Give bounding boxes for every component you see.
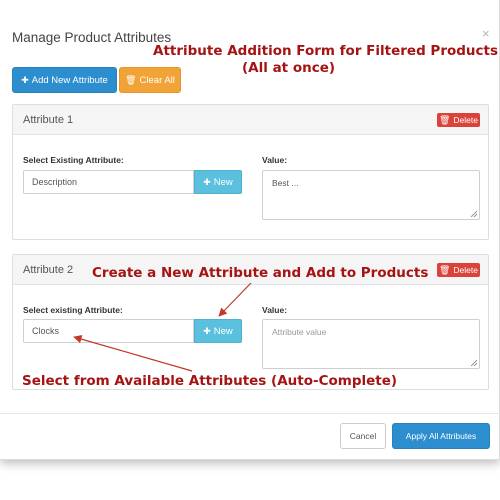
annotation-header-line2: (All at once) <box>242 60 336 76</box>
attribute-value-placeholder: Attribute value <box>272 327 327 337</box>
apply-all-attributes-button[interactable]: Apply All Attributes <box>392 423 490 449</box>
resize-grip-icon[interactable] <box>471 211 477 217</box>
attribute-panel-title: Attribute 1 <box>23 114 74 126</box>
plus-icon: ✚ <box>203 325 211 336</box>
new-attribute-button[interactable]: ✚ New <box>194 170 242 194</box>
close-icon[interactable]: × <box>482 27 490 40</box>
delete-attribute-button[interactable]: 🗑 Delete <box>437 263 480 277</box>
new-attribute-button[interactable]: ✚ New <box>194 319 242 343</box>
annotation-header-line1: Attribute Addition Form for Filtered Pro… <box>153 43 499 59</box>
new-label: New <box>213 325 233 337</box>
annotation-select-available: Select from Available Attributes (Auto-C… <box>22 373 398 389</box>
select-attribute-label: Select Existing Attribute: <box>23 155 124 165</box>
attribute-value-text: Best ... <box>272 178 299 188</box>
delete-attribute-button[interactable]: 🗑 Delete <box>437 113 480 127</box>
add-new-attribute-label: Add New Attribute <box>31 74 108 86</box>
new-label: New <box>213 176 233 188</box>
trash-icon: 🗑 <box>438 264 451 275</box>
attribute-autocomplete-input[interactable]: Description <box>23 170 194 194</box>
value-label: Value: <box>262 305 288 315</box>
attribute-panel-header: Attribute 1 🗑 Delete <box>13 105 488 135</box>
plus-icon: ✚ <box>203 176 211 187</box>
attribute-panel-1: Attribute 1 🗑 Delete Select Existing Att… <box>12 104 489 240</box>
value-label: Value: <box>262 155 288 165</box>
add-new-attribute-button[interactable]: ✚ Add New Attribute <box>12 67 117 93</box>
attribute-value-textarea[interactable]: Best ... <box>262 170 480 220</box>
cancel-button[interactable]: Cancel <box>340 423 386 449</box>
delete-label: Delete <box>453 115 478 125</box>
clear-all-label: Clear All <box>139 74 175 86</box>
select-attribute-label: Select existing Attribute: <box>23 305 123 315</box>
attribute-autocomplete-input[interactable]: Clocks <box>23 319 194 343</box>
trash-icon: 🗑 <box>438 114 451 125</box>
footer-divider <box>0 413 500 414</box>
attribute-panel-title: Attribute 2 <box>23 264 74 276</box>
clear-all-button[interactable]: 🗑 Clear All <box>119 67 181 93</box>
trash-icon: 🗑 <box>125 74 137 85</box>
modal-title: Manage Product Attributes <box>12 30 172 45</box>
delete-label: Delete <box>453 265 478 275</box>
annotation-create-new: Create a New Attribute and Add to Produc… <box>92 265 429 281</box>
attribute-value-textarea[interactable]: Attribute value <box>262 319 480 369</box>
resize-grip-icon[interactable] <box>471 360 477 366</box>
plus-icon: ✚ <box>21 74 29 85</box>
